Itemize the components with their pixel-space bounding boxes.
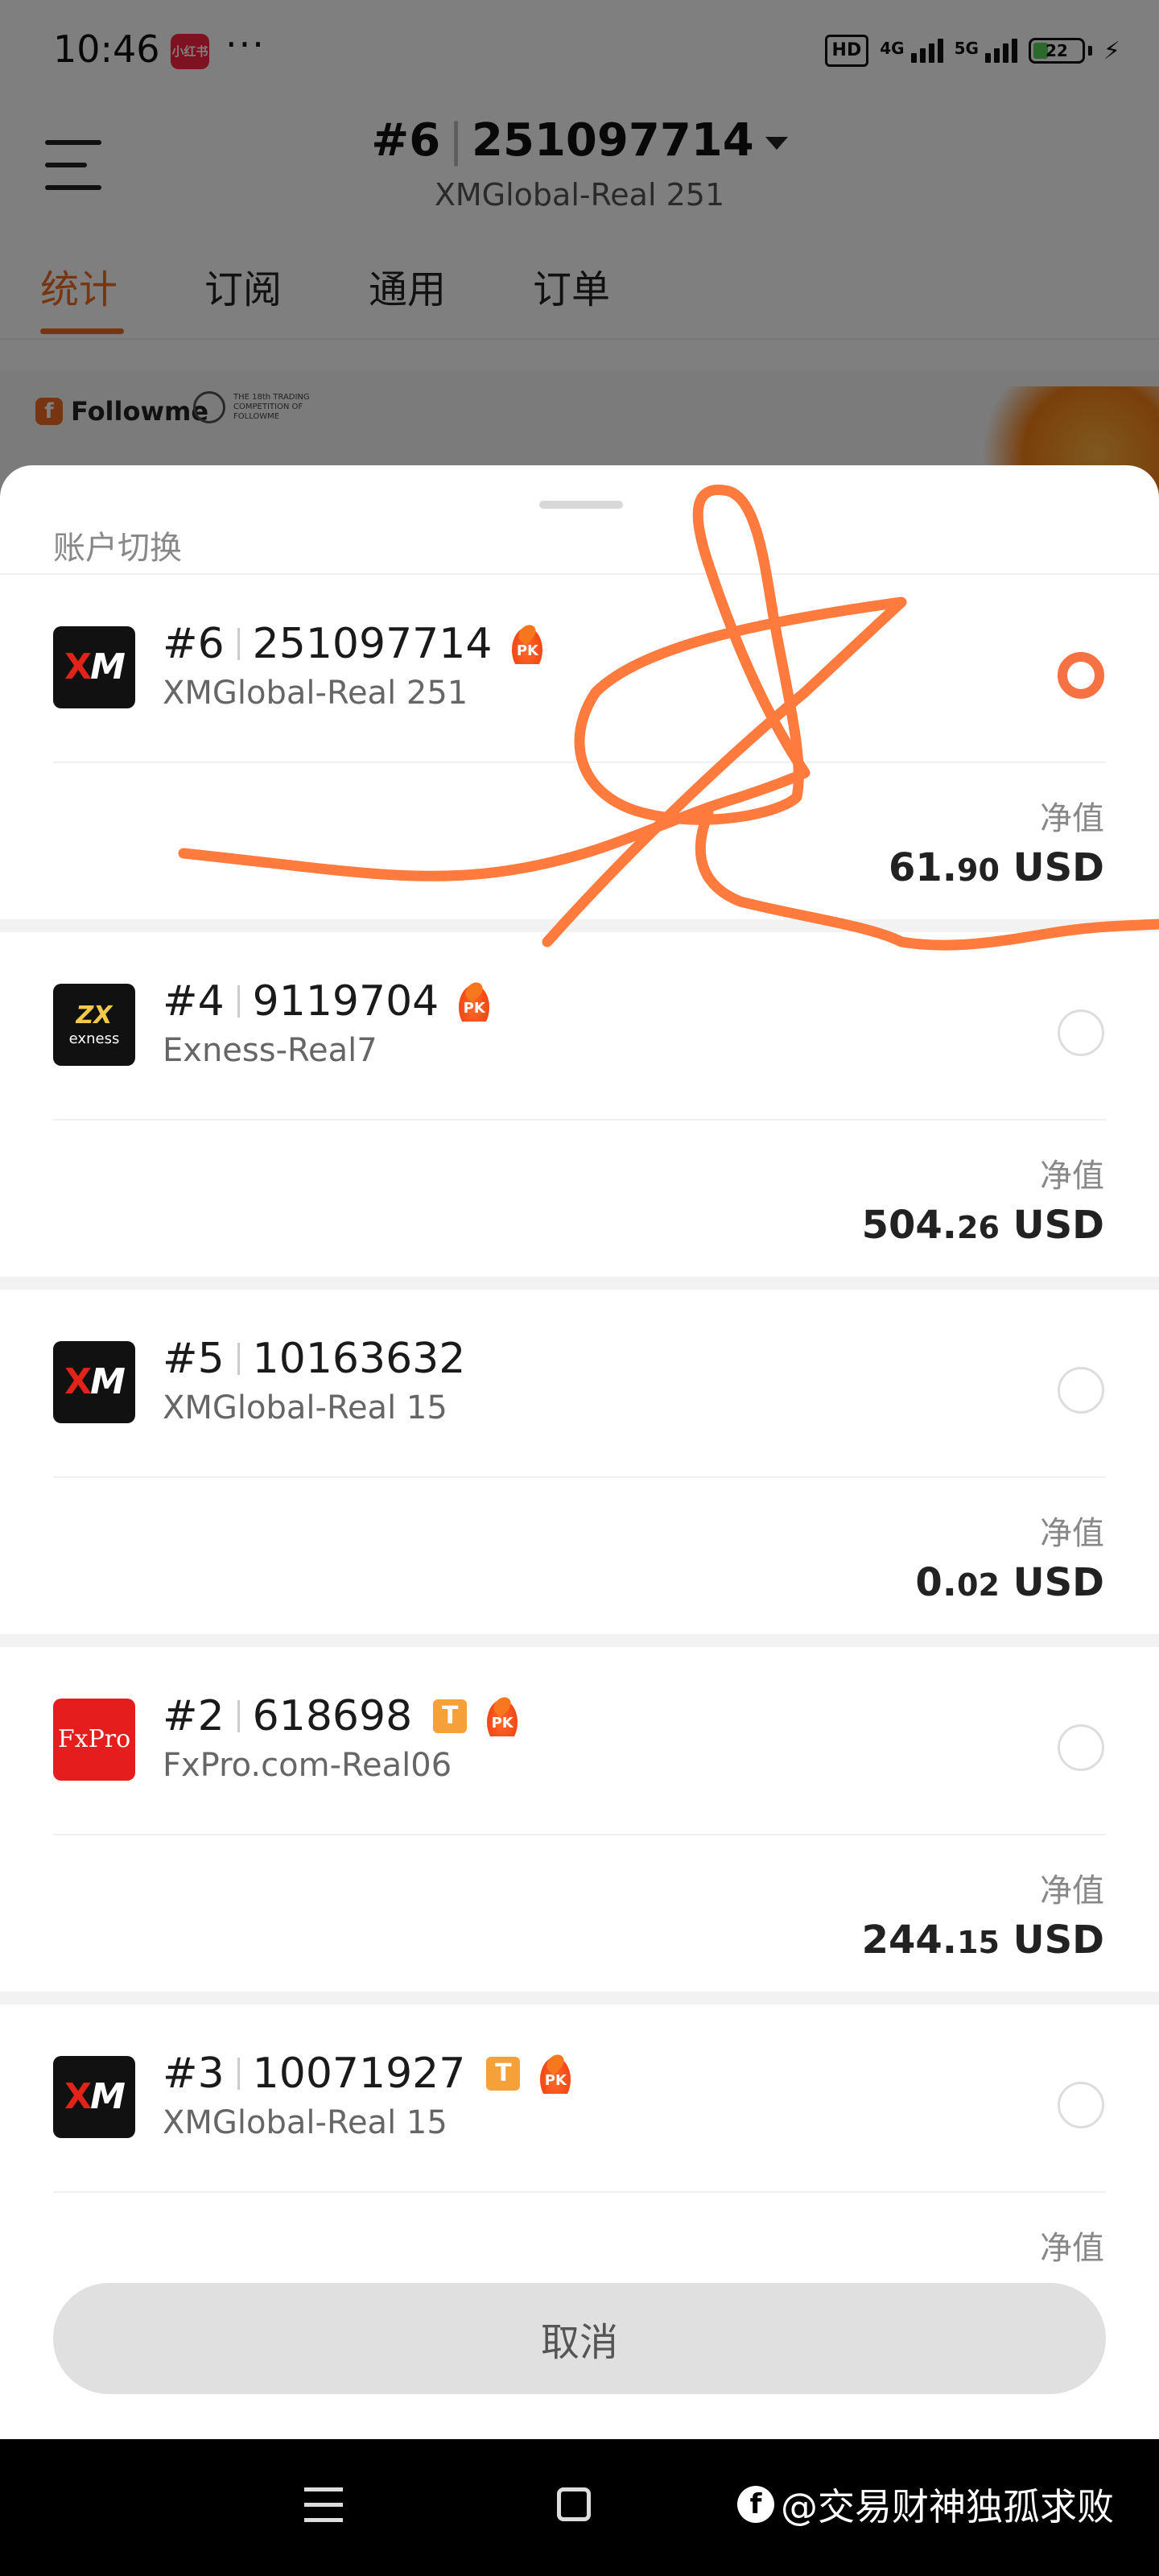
account-id: 10071927 bbox=[252, 2050, 466, 2098]
divider bbox=[53, 1476, 1106, 1478]
account-server: FxPro.com-Real06 bbox=[163, 1747, 452, 1784]
weibo-logo-icon: f bbox=[737, 2486, 774, 2523]
cancel-area: 取消 bbox=[0, 2277, 1159, 2439]
radio-unselected[interactable] bbox=[1058, 1367, 1104, 1414]
account-item[interactable]: XM #5 10163632 XMGlobal-Real 15 净值 0.02 U… bbox=[0, 1290, 1159, 1634]
t-badge-icon: T bbox=[433, 1699, 468, 1733]
net-value-label: 净值 bbox=[1040, 800, 1104, 837]
pk-badge-icon: PK bbox=[509, 624, 546, 664]
account-server: Exness-Real7 bbox=[163, 1032, 377, 1069]
account-number: #6 bbox=[163, 620, 225, 668]
net-value: 61.90 USD bbox=[888, 845, 1104, 890]
net-value-label: 净值 bbox=[1040, 1872, 1104, 1909]
fxpro-logo: FxPro bbox=[53, 1699, 135, 1781]
radio-unselected[interactable] bbox=[1058, 1009, 1104, 1056]
pk-badge-icon: PK bbox=[538, 2054, 574, 2094]
account-item[interactable]: XM #6 251097714 PK XMGlobal-Real 251 净值 6… bbox=[0, 575, 1159, 919]
account-title: #2 618698 T PK bbox=[163, 1692, 521, 1740]
net-value-label: 净值 bbox=[1040, 2230, 1104, 2267]
net-value: 0.02 USD bbox=[915, 1560, 1104, 1605]
net-value-label: 净值 bbox=[1040, 1515, 1104, 1552]
system-nav-bar: f @交易财神独孤求败 bbox=[0, 2439, 1159, 2576]
account-server: XMGlobal-Real 15 bbox=[163, 2104, 448, 2141]
xm-logo: XM bbox=[53, 1341, 135, 1423]
net-value: 504.26 USD bbox=[861, 1203, 1104, 1248]
sheet-title: 账户切换 bbox=[53, 530, 182, 567]
account-number: #2 bbox=[163, 1692, 225, 1740]
divider bbox=[53, 1834, 1106, 1835]
radio-selected[interactable] bbox=[1058, 652, 1104, 699]
t-badge-icon: T bbox=[486, 2057, 521, 2091]
account-item[interactable]: FxPro #2 618698 T PK FxPro.com-Real06 净值 … bbox=[0, 1647, 1159, 1992]
account-item[interactable]: ZX exness #4 9119704 PK Exness-Real7 净值 50… bbox=[0, 932, 1159, 1277]
xm-logo: XM bbox=[53, 626, 135, 708]
net-value-label: 净值 bbox=[1040, 1158, 1104, 1195]
exness-logo: ZX exness bbox=[53, 984, 135, 1066]
account-id: 618698 bbox=[252, 1692, 413, 1740]
account-number: #4 bbox=[163, 977, 225, 1026]
account-id: 9119704 bbox=[252, 977, 439, 1026]
account-switch-sheet: 账户切换 XM #6 251097714 PK XMGlobal-Real 251… bbox=[0, 465, 1159, 2439]
account-title: #3 10071927 T PK bbox=[163, 2050, 574, 2098]
account-title: #5 10163632 bbox=[163, 1335, 465, 1383]
divider bbox=[53, 2191, 1106, 2193]
radio-unselected[interactable] bbox=[1058, 2082, 1104, 2128]
account-number: #5 bbox=[163, 1335, 225, 1383]
account-id: 251097714 bbox=[252, 620, 493, 668]
sheet-handle[interactable] bbox=[539, 501, 623, 509]
cancel-button[interactable]: 取消 bbox=[53, 2283, 1106, 2394]
pk-badge-icon: PK bbox=[485, 1696, 521, 1736]
pk-badge-icon: PK bbox=[456, 981, 493, 1022]
watermark: f @交易财神独孤求败 bbox=[737, 2478, 1114, 2531]
account-title: #4 9119704 PK bbox=[163, 977, 493, 1026]
account-server: XMGlobal-Real 251 bbox=[163, 675, 468, 712]
account-title: #6 251097714 PK bbox=[163, 620, 546, 668]
radio-unselected[interactable] bbox=[1058, 1724, 1104, 1771]
xm-logo: XM bbox=[53, 2056, 135, 2138]
account-id: 10163632 bbox=[252, 1335, 466, 1383]
net-value: 244.15 USD bbox=[861, 1918, 1104, 1963]
home-icon[interactable] bbox=[557, 2487, 591, 2521]
recent-apps-icon[interactable] bbox=[304, 2487, 343, 2523]
account-server: XMGlobal-Real 15 bbox=[163, 1389, 448, 1426]
divider bbox=[53, 1119, 1106, 1121]
account-number: #3 bbox=[163, 2050, 225, 2098]
divider bbox=[53, 762, 1106, 763]
